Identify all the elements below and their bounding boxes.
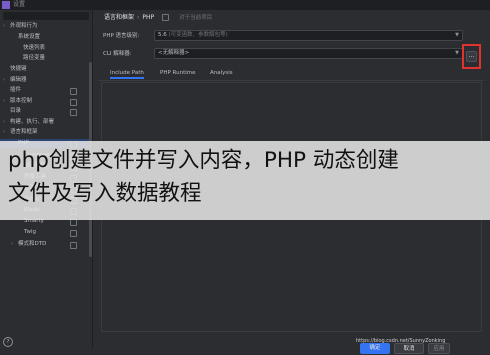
sidebar-item-label: 模式和DTD <box>18 241 47 247</box>
sidebar-item-label: 构建、执行、部署 <box>10 119 55 125</box>
chevron-right-icon[interactable]: › <box>11 240 13 249</box>
help-icon[interactable]: ? <box>3 337 13 347</box>
sidebar-item-label: 路径变量 <box>23 55 46 61</box>
title-bar: 设置 <box>0 0 490 10</box>
breadcrumb-separator: › <box>137 14 140 21</box>
sidebar-item-label: 编辑器 <box>10 77 27 83</box>
window-title: 设置 <box>13 1 26 8</box>
chevron-right-icon[interactable]: › <box>3 128 5 137</box>
sidebar-item[interactable]: 快速列表 <box>0 44 92 53</box>
project-scope-icon <box>162 14 170 21</box>
sidebar-item-label: 快速列表 <box>23 45 46 51</box>
sidebar-item[interactable]: 插件 <box>0 86 92 95</box>
project-scope-icon <box>70 230 77 237</box>
breadcrumb-current: PHP <box>142 14 155 21</box>
overlay-title-line-2: 文件及写入数据教程 <box>8 181 202 206</box>
browse-button-highlight <box>462 44 481 69</box>
watermark-url: https://blog.csdn.net/SunnyZonking <box>356 338 446 344</box>
chevron-right-icon[interactable]: › <box>3 76 5 85</box>
project-scope-hint: 对于当前项目 <box>179 15 213 21</box>
sidebar-item[interactable]: 快捷键 <box>0 65 92 74</box>
php-language-level-detail: (可变函数、参数解包等) <box>168 32 228 38</box>
cli-interpreter-label: CLI 解释器: <box>103 51 132 57</box>
sidebar-item[interactable]: › 模式和DTD <box>0 240 92 249</box>
app-icon <box>2 1 10 9</box>
tab-include-path[interactable]: Include Path <box>110 67 144 79</box>
sidebar-item-label: 系统设置 <box>18 34 41 40</box>
title-overlay-banner: php创建文件并写入内容，PHP 动态创建 文件及写入数据教程 <box>0 141 490 220</box>
php-language-level-label: PHP 语言级别: <box>103 33 140 39</box>
cancel-button[interactable]: 取消 <box>394 343 424 354</box>
sidebar-item-label: 版本控制 <box>10 98 33 104</box>
breadcrumb-parent[interactable]: 语言和框架 <box>104 14 134 21</box>
php-language-level-select[interactable]: 5.6 (可变函数、参数解包等) ▼ <box>154 30 463 41</box>
chevron-down-icon: ▼ <box>455 50 459 56</box>
cli-interpreter-value: <无解释器> <box>158 50 190 56</box>
project-scope-icon <box>70 88 77 95</box>
tab-underline-divider <box>99 80 484 81</box>
settings-search-input[interactable] <box>3 12 89 20</box>
chevron-down-icon: ▼ <box>455 32 459 38</box>
chevron-right-icon[interactable]: › <box>3 118 5 127</box>
sidebar-item-label: Twig <box>24 229 36 235</box>
overlay-title-line-1: php创建文件并写入内容，PHP 动态创建 <box>8 148 399 173</box>
sidebar-item[interactable]: › 编辑器 <box>0 76 92 85</box>
sidebar-item[interactable]: 系统设置 <box>0 33 92 42</box>
project-scope-icon <box>70 109 77 116</box>
tab-php-runtime[interactable]: PHP Runtime <box>160 67 196 79</box>
sidebar-item-label: 外观和行为 <box>10 23 38 29</box>
project-scope-icon <box>70 99 77 106</box>
chevron-right-icon[interactable]: › <box>3 97 5 106</box>
sidebar-item-label: 快捷键 <box>10 66 27 72</box>
cli-interpreter-select[interactable]: <无解释器> ▼ <box>154 48 463 59</box>
project-scope-icon <box>70 242 77 249</box>
sidebar-item[interactable]: › 构建、执行、部署 <box>0 118 92 127</box>
sidebar-item[interactable]: › 版本控制 <box>0 97 92 106</box>
sidebar-item[interactable]: 目录 <box>0 107 92 116</box>
project-scope-icon <box>70 219 77 226</box>
chevron-right-icon[interactable]: › <box>3 22 5 31</box>
sidebar-item[interactable]: 路径变量 <box>0 54 92 63</box>
sidebar-item[interactable]: Twig <box>0 228 92 237</box>
sidebar-item[interactable]: › 外观和行为 <box>0 22 92 31</box>
sidebar-item-label: 语言和框架 <box>10 129 38 135</box>
ok-button[interactable]: 确定 <box>360 343 390 354</box>
sidebar-item[interactable]: › 语言和框架 <box>0 128 92 137</box>
php-language-level-value: 5.6 <box>158 32 167 38</box>
tab-analysis[interactable]: Analysis <box>210 67 233 79</box>
breadcrumb: 语言和框架 › PHP 对于当前项目 <box>104 12 212 21</box>
apply-button[interactable]: 应用 <box>428 343 450 354</box>
sidebar-item-label: 目录 <box>10 108 22 114</box>
sidebar-item-label: 插件 <box>10 87 22 93</box>
